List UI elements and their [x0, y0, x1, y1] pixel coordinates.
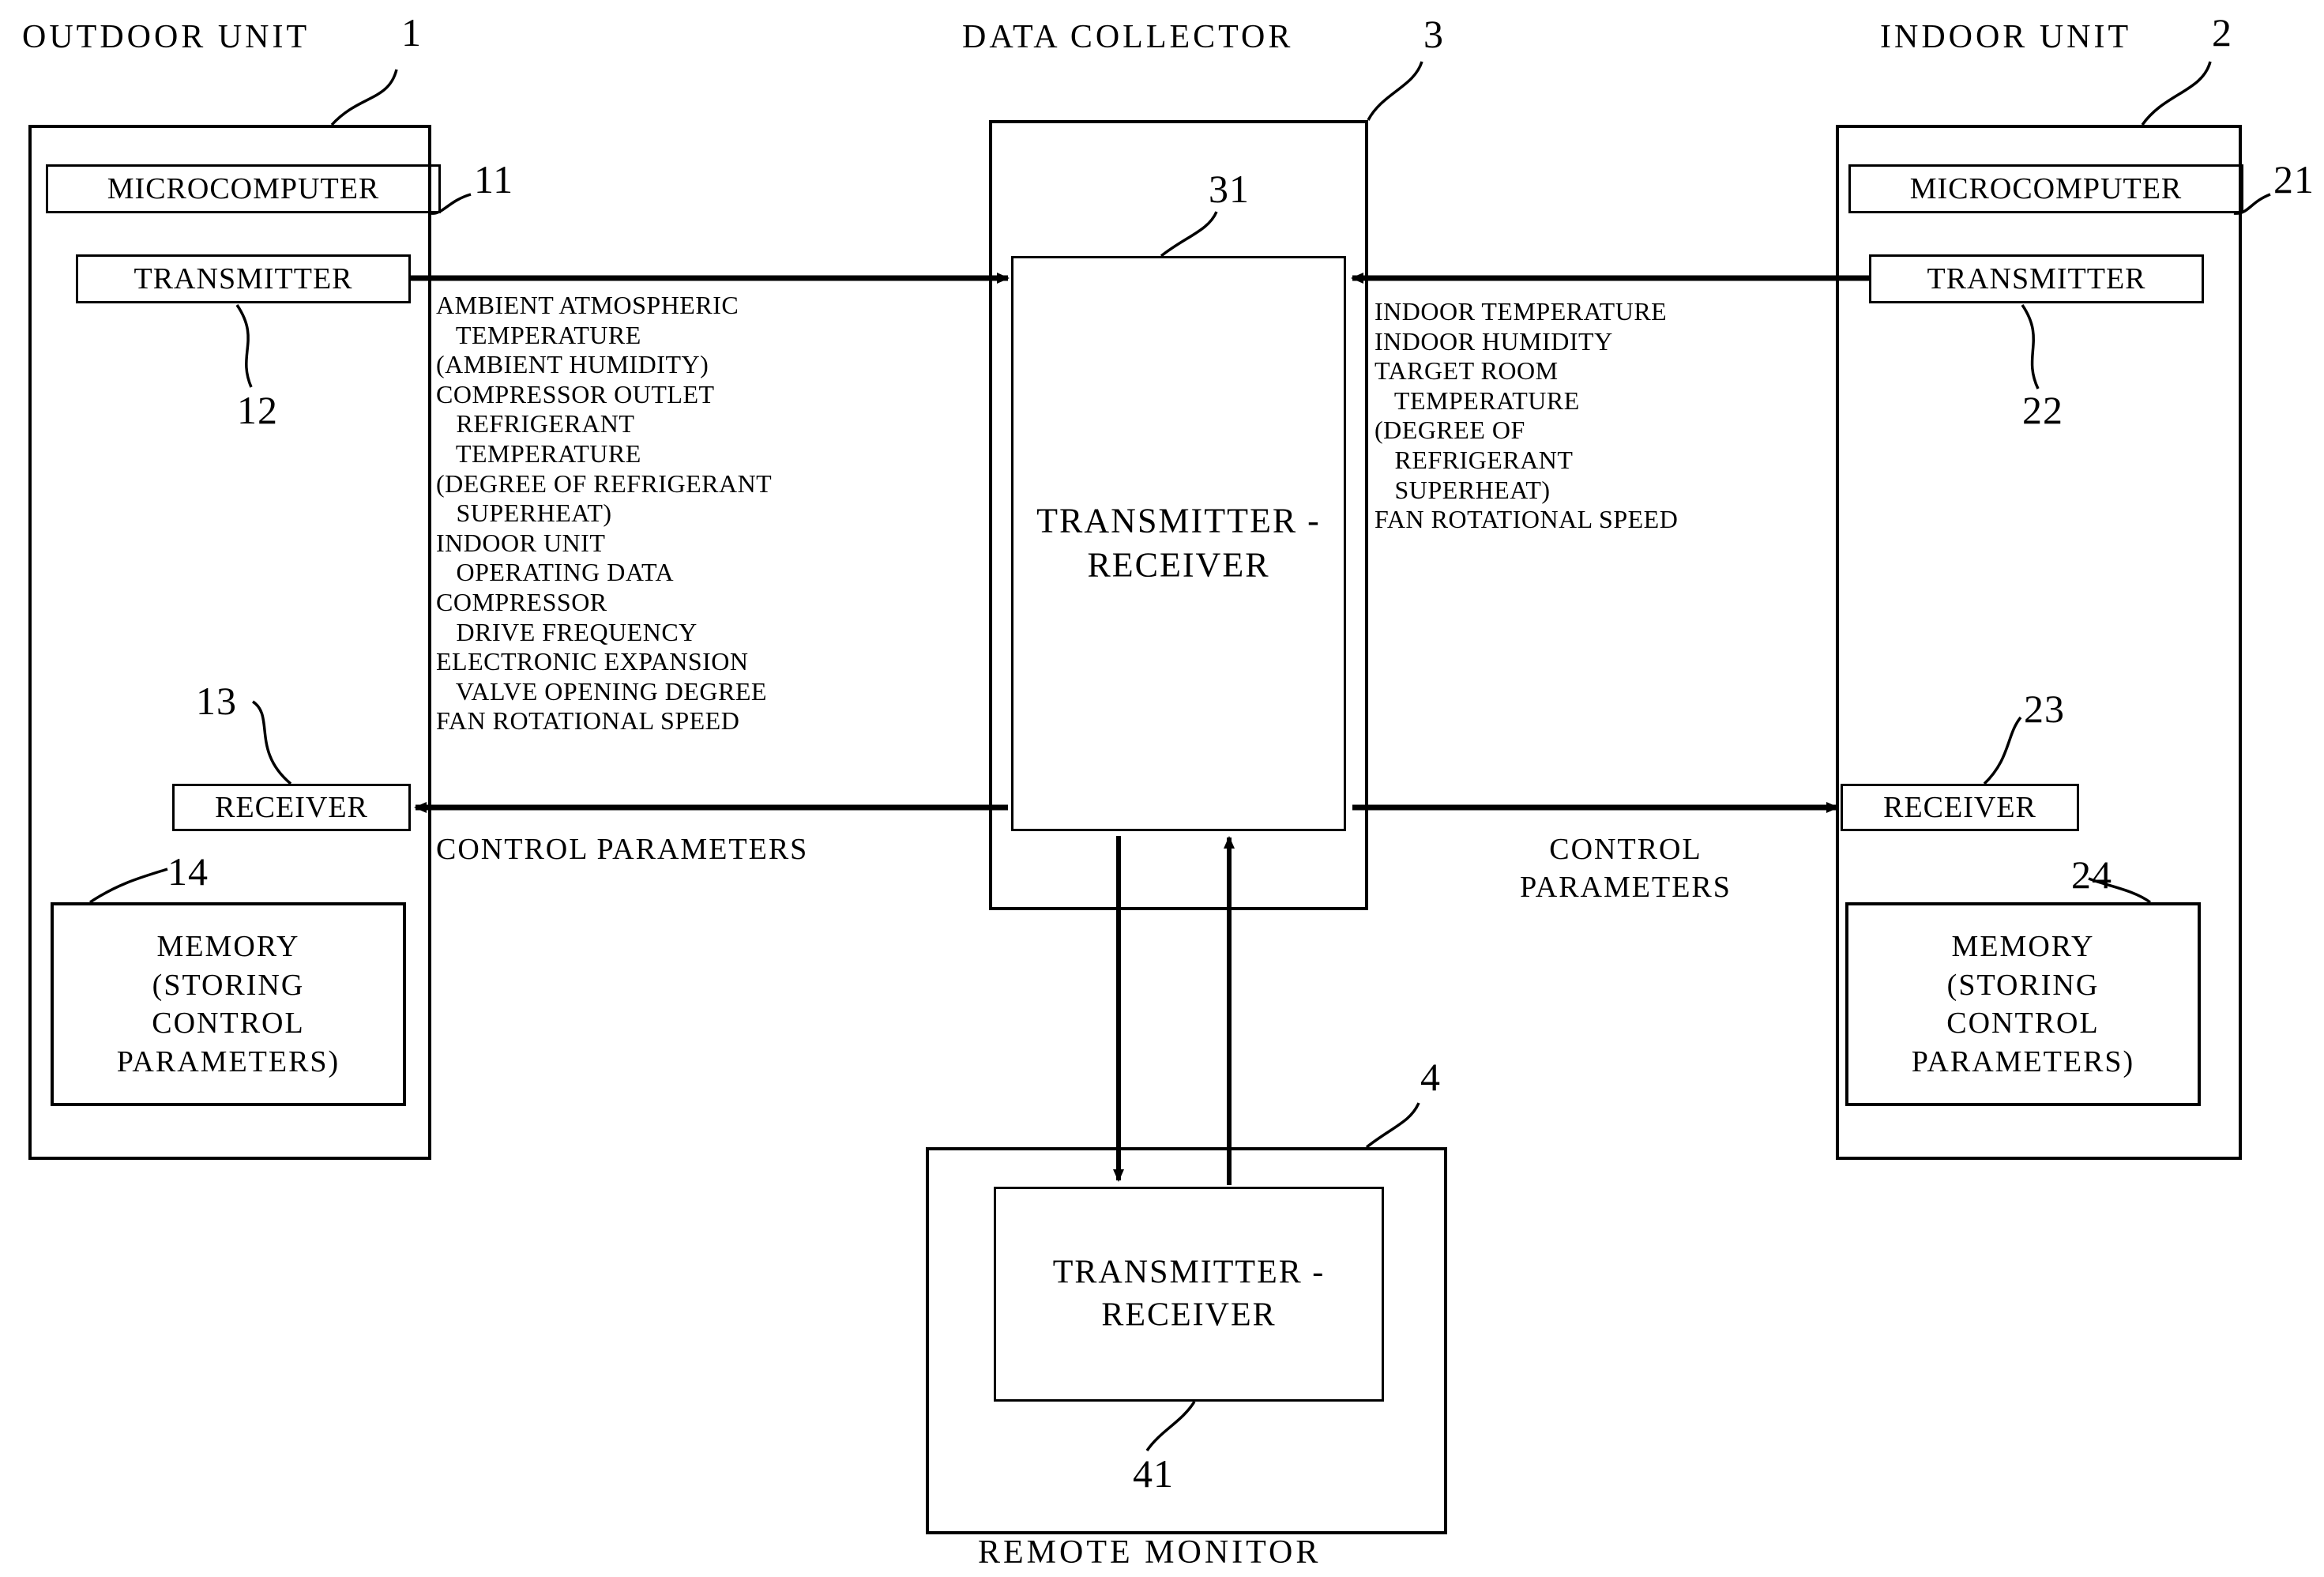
indoor-memory-label: MEMORY (STORING CONTROL PARAMETERS) — [1911, 929, 2135, 1078]
indoor-receiver-label: RECEIVER — [1883, 791, 2036, 824]
outdoor-microcomputer-box: MICROCOMPUTER — [46, 164, 441, 213]
outdoor-memory-label: MEMORY (STORING CONTROL PARAMETERS) — [116, 929, 340, 1078]
outdoor-receiver-box: RECEIVER — [172, 784, 411, 831]
data-collector-transceiver-label: TRANSMITTER - RECEIVER — [1036, 501, 1321, 585]
indoor-receiver-box: RECEIVER — [1841, 784, 2079, 831]
outdoor-transmitter-label: TRANSMITTER — [133, 262, 353, 295]
indoor-transmitter-ref: 22 — [2022, 388, 2063, 432]
outdoor-unit-ref: 1 — [401, 10, 422, 55]
leader-outdoor-unit — [330, 69, 398, 126]
indoor-microcomputer-label: MICROCOMPUTER — [1909, 172, 2183, 205]
control-parameters-label-left: CONTROL PARAMETERS — [436, 833, 809, 866]
outdoor-transmitter-box: TRANSMITTER — [76, 254, 411, 303]
control-parameters-label-right: CONTROL PARAMETERS — [1520, 833, 1732, 904]
indoor-receiver-ref: 23 — [2024, 687, 2065, 731]
indoor-microcomputer-ref: 21 — [2273, 157, 2315, 201]
outdoor-receiver-label: RECEIVER — [215, 791, 368, 824]
indoor-microcomputer-box: MICROCOMPUTER — [1848, 164, 2243, 213]
indoor-transmitter-label: TRANSMITTER — [1927, 262, 2146, 295]
indoor-transmitter-box: TRANSMITTER — [1869, 254, 2204, 303]
leader-indoor-unit — [2141, 61, 2212, 126]
indoor-unit-ref: 2 — [2212, 10, 2232, 55]
figure-canvas: OUTDOOR UNIT 1 MICROCOMPUTER 11 TRANSMIT… — [0, 0, 2324, 1577]
outdoor-to-collector-signal-list: AMBIENT ATMOSPHERIC TEMPERATURE (AMBIENT… — [436, 291, 773, 736]
indoor-memory-ref: 24 — [2071, 852, 2112, 897]
outdoor-memory-box: MEMORY (STORING CONTROL PARAMETERS) — [51, 902, 406, 1106]
outdoor-memory-ref: 14 — [167, 849, 209, 894]
remote-monitor-ref: 4 — [1420, 1055, 1441, 1099]
remote-monitor-transceiver-label: TRANSMITTER - RECEIVER — [1052, 1254, 1326, 1333]
remote-monitor-title: REMOTE MONITOR — [978, 1534, 1322, 1571]
data-collector-transceiver-ref: 31 — [1209, 167, 1250, 211]
collector-to-indoor-signal-list: INDOOR TEMPERATURE INDOOR HUMIDITY TARGE… — [1374, 297, 1679, 534]
data-collector-ref: 3 — [1423, 12, 1444, 56]
leader-data-collector — [1367, 61, 1423, 121]
outdoor-receiver-ref: 13 — [196, 679, 237, 723]
remote-monitor-transceiver-ref: 41 — [1133, 1451, 1174, 1496]
outdoor-unit-title: OUTDOOR UNIT — [22, 19, 310, 55]
data-collector-transceiver-box: TRANSMITTER - RECEIVER — [1011, 256, 1346, 831]
outdoor-transmitter-ref: 12 — [237, 388, 278, 432]
remote-monitor-transceiver-box: TRANSMITTER - RECEIVER — [994, 1187, 1384, 1402]
leader-remote-monitor — [1365, 1102, 1420, 1149]
data-collector-title: DATA COLLECTOR — [962, 19, 1294, 55]
indoor-memory-box: MEMORY (STORING CONTROL PARAMETERS) — [1845, 902, 2201, 1106]
outdoor-microcomputer-ref: 11 — [474, 157, 514, 201]
outdoor-microcomputer-label: MICROCOMPUTER — [107, 172, 380, 205]
indoor-unit-title: INDOOR UNIT — [1880, 19, 2132, 55]
